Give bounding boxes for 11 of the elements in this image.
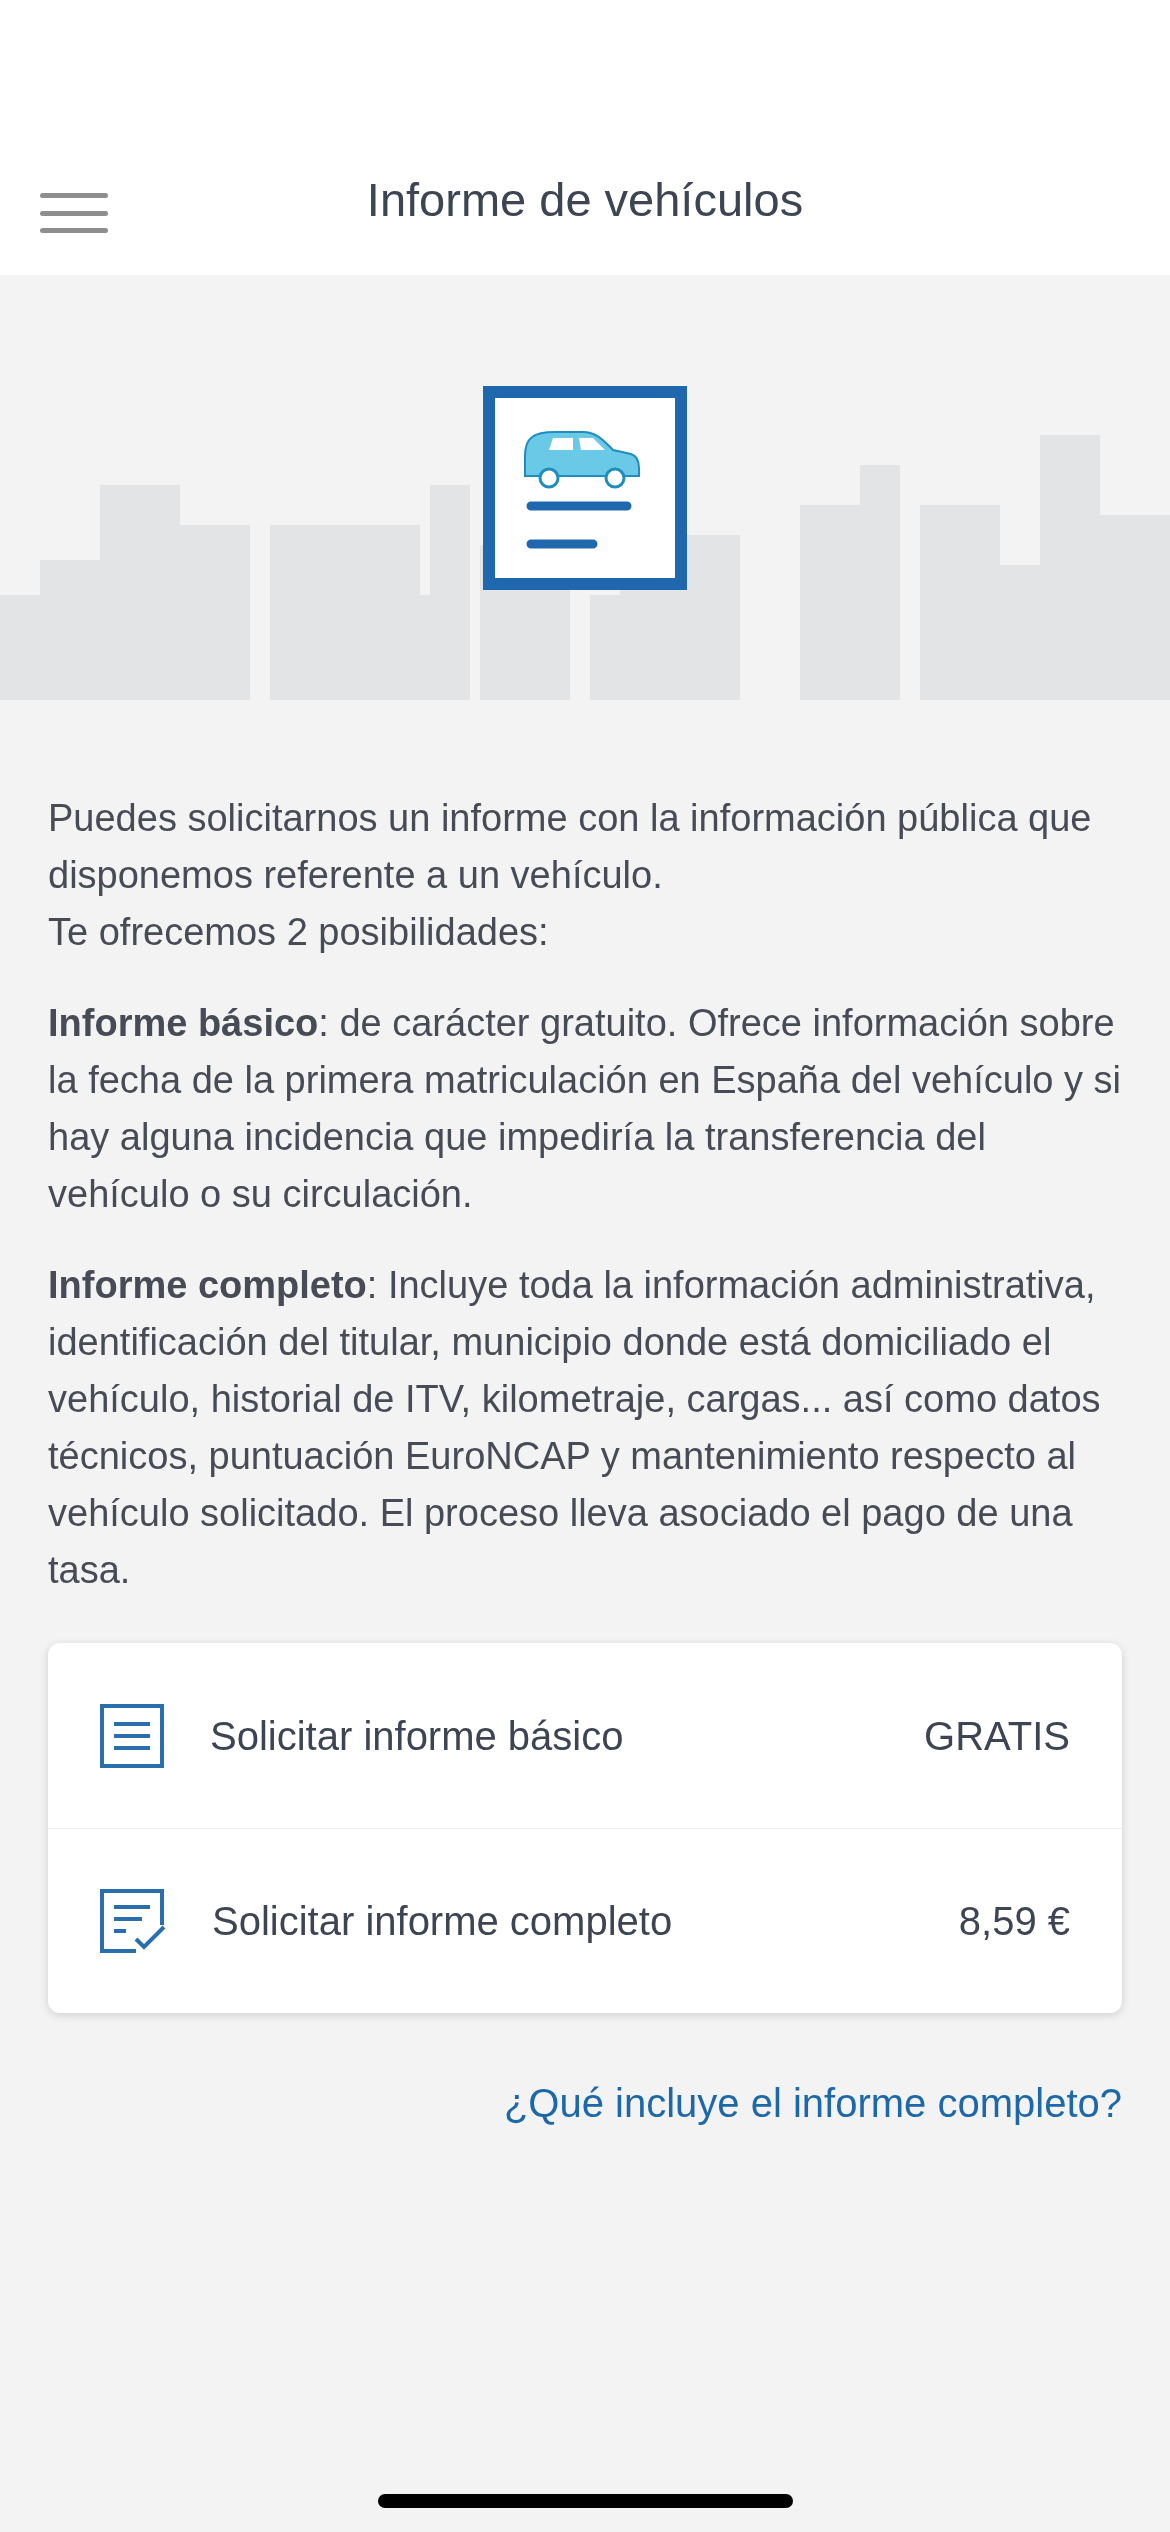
car-report-icon: [483, 385, 687, 590]
report-option[interactable]: Solicitar informe básico GRATIS: [48, 1643, 1122, 1828]
screen-title: Informe de vehículos: [366, 171, 804, 228]
document-icon: [100, 1703, 164, 1768]
description-paragraph: Puedes solicitarnos un informe con la información pública que disponemos referente a un vehículo. Te ofrecemos 2 posibilidades:: [48, 796, 1093, 955]
report-option[interactable]: Solicitar informe completo 8,59 €: [48, 1828, 1122, 2013]
document-check-icon: [100, 1889, 166, 1953]
description-paragraph: Informe básico: de carácter gratuito. Ofrece información sobre la fecha de la primera matriculación en España del vehículo y si hay alguna incidencia que impediría la transferencia del vehículo o su circulación.: [48, 1001, 1122, 1217]
menu-button[interactable]: [40, 193, 108, 233]
description-paragraph: Informe completo: Incluye toda la información administrativa, identificación del titular, municipio donde está domiciliado el vehículo, historial de ITV, kilometraje, cargas... así como datos técnicos, puntuación EuroNCAP y mantenimiento respecto al vehículo solicitado. El proceso lleva asociado el pago de una tasa.: [48, 1263, 1102, 1593]
info-link[interactable]: ¿Qué incluye el informe completo?: [503, 2073, 1122, 2133]
